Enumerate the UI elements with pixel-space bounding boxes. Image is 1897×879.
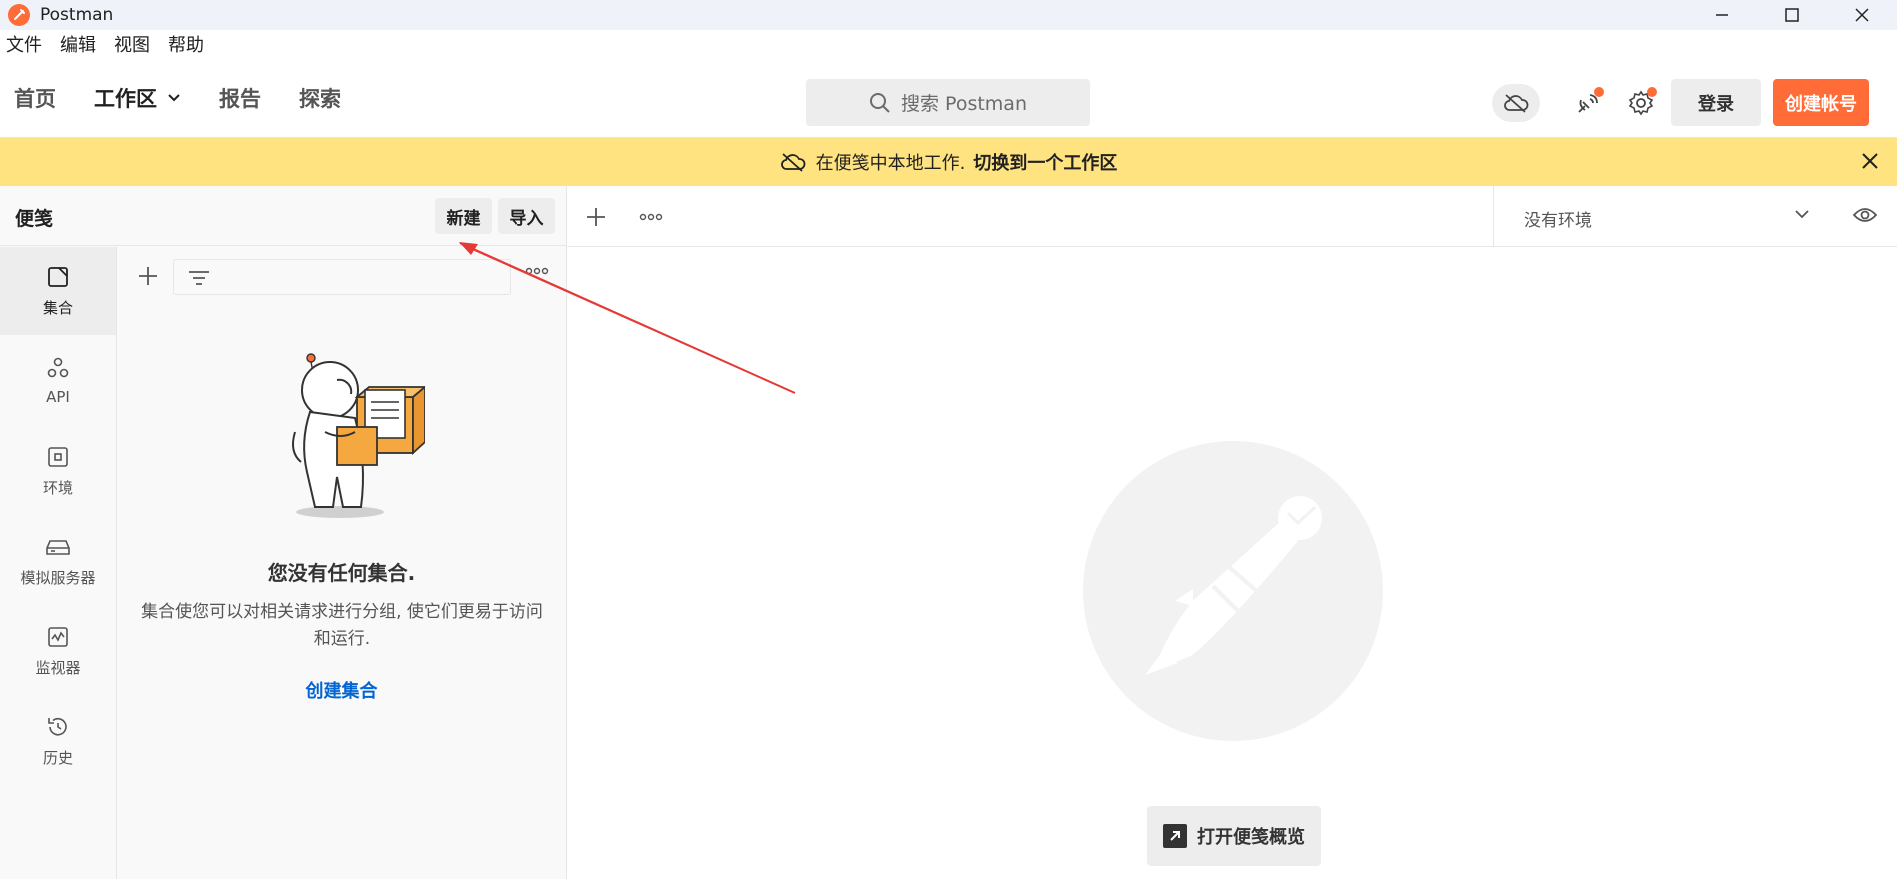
sidebar-item-label: 模拟服务器 [20, 568, 96, 587]
close-window-button[interactable] [1827, 0, 1897, 30]
maximize-button[interactable] [1757, 0, 1827, 30]
menu-file[interactable]: 文件 [6, 31, 42, 57]
empty-state-description: 集合使您可以对相关请求进行分组, 使它们更易于访问和运行. [141, 602, 543, 649]
banner-text: 在便笺中本地工作. [815, 153, 966, 174]
window-title: Postman [40, 5, 114, 25]
external-link-icon [1163, 824, 1187, 848]
nav-reports[interactable]: 报告 [219, 83, 261, 113]
monitor-icon [48, 626, 68, 647]
environment-label: 没有环境 [1524, 211, 1592, 231]
sidebar-item-label: API [46, 388, 70, 406]
postman-logo-icon [8, 4, 30, 26]
switch-workspace-link[interactable]: 切换到一个工作区 [973, 149, 1117, 175]
environment-icon [48, 446, 68, 467]
login-button[interactable]: 登录 [1671, 79, 1761, 126]
sidebar-item-label: 集合 [42, 298, 73, 317]
filter-icon [189, 271, 209, 285]
sidebar-item-environments[interactable]: 环境 [0, 427, 116, 515]
collection-icon [48, 266, 68, 287]
app-header: 首页 工作区 报告 探索 搜索 Postman 登录 创建帐号 [0, 58, 1897, 138]
tab-bar: 没有环境 [567, 186, 1897, 247]
capture-requests-button[interactable] [1568, 83, 1608, 123]
menu-view[interactable]: 视图 [114, 31, 150, 57]
menu-edit[interactable]: 编辑 [60, 31, 96, 57]
new-tab-icon[interactable] [585, 206, 607, 228]
sidebar-title: 便笺 [15, 208, 54, 230]
sidebar-item-api[interactable]: API [0, 337, 116, 425]
maximize-icon [1785, 8, 1799, 22]
postman-watermark-logo [1083, 441, 1383, 741]
chevron-down-icon [1795, 210, 1809, 219]
cloud-offline-icon [780, 153, 806, 172]
signup-button[interactable]: 创建帐号 [1773, 79, 1869, 126]
astronaut-illustration-icon [292, 353, 425, 518]
sidebar-header: 便笺 新建 导入 [0, 186, 566, 246]
search-icon [870, 92, 890, 113]
mock-server-icon [46, 539, 70, 555]
sidebar-item-label: 环境 [42, 478, 73, 497]
collections-filter-input[interactable] [173, 259, 511, 295]
settings-button[interactable] [1621, 83, 1661, 123]
collections-empty-state: 您没有任何集合. 集合使您可以对相关请求进行分组, 使它们更易于访问和运行. 创… [117, 307, 566, 727]
nav-explore[interactable]: 探索 [299, 83, 341, 113]
history-icon [48, 717, 67, 735]
main-area: 没有环境 打开便笺概览 [567, 186, 1897, 879]
menu-bar: 文件 编辑 视图 帮助 [0, 30, 1897, 58]
chevron-down-icon [168, 94, 180, 102]
sidebar-item-mock-servers[interactable]: 模拟服务器 [0, 517, 116, 605]
more-tabs-icon[interactable] [639, 213, 663, 221]
sidebar-item-label: 历史 [42, 748, 73, 767]
close-banner-icon[interactable] [1861, 152, 1879, 170]
title-bar: Postman [0, 0, 1897, 30]
nav-home[interactable]: 首页 [14, 83, 56, 113]
settings-notification-dot [1647, 87, 1657, 97]
cloud-offline-icon [1504, 94, 1529, 113]
search-input[interactable]: 搜索 Postman [806, 79, 1090, 126]
close-icon [1855, 8, 1869, 22]
nav-workspace-label: 工作区 [94, 87, 157, 111]
add-collection-icon[interactable] [137, 265, 159, 287]
minimize-button[interactable] [1687, 0, 1757, 30]
sync-status-button[interactable] [1492, 84, 1540, 122]
notification-dot [1594, 87, 1604, 97]
sidebar-item-label: 监视器 [35, 658, 81, 677]
minimize-icon [1716, 14, 1728, 16]
postman-rocket-icon [1145, 496, 1322, 675]
scratchpad-banner: 在便笺中本地工作. 切换到一个工作区 [0, 138, 1897, 186]
more-options-icon[interactable] [525, 267, 549, 275]
eye-icon[interactable] [1852, 204, 1878, 226]
overview-button-label: 打开便笺概览 [1197, 827, 1305, 848]
main-nav: 首页 工作区 报告 探索 [14, 58, 379, 138]
sidebar-item-history[interactable]: 历史 [0, 697, 116, 785]
sidebar-rail: 集合 API 环境 模拟服务器 监视器 历史 [0, 247, 117, 879]
menu-help[interactable]: 帮助 [168, 31, 204, 57]
sidebar-item-collections[interactable]: 集合 [0, 247, 116, 335]
environment-select[interactable]: 没有环境 [1493, 186, 1897, 246]
sidebar: 便笺 新建 导入 集合 API 环境 模拟服务器 监视器 历史 您没有任何集合.… [0, 186, 567, 879]
open-scratchpad-overview-button[interactable]: 打开便笺概览 [1147, 806, 1321, 866]
empty-state-title: 您没有任何集合. [267, 561, 416, 585]
new-button[interactable]: 新建 [435, 198, 492, 234]
collections-toolbar [117, 247, 566, 307]
nav-workspace[interactable]: 工作区 [94, 83, 181, 113]
api-icon [47, 357, 69, 378]
import-button[interactable]: 导入 [498, 198, 555, 234]
search-placeholder: 搜索 Postman [901, 93, 1027, 115]
create-collection-link[interactable]: 创建集合 [117, 677, 566, 703]
sidebar-item-monitors[interactable]: 监视器 [0, 607, 116, 695]
